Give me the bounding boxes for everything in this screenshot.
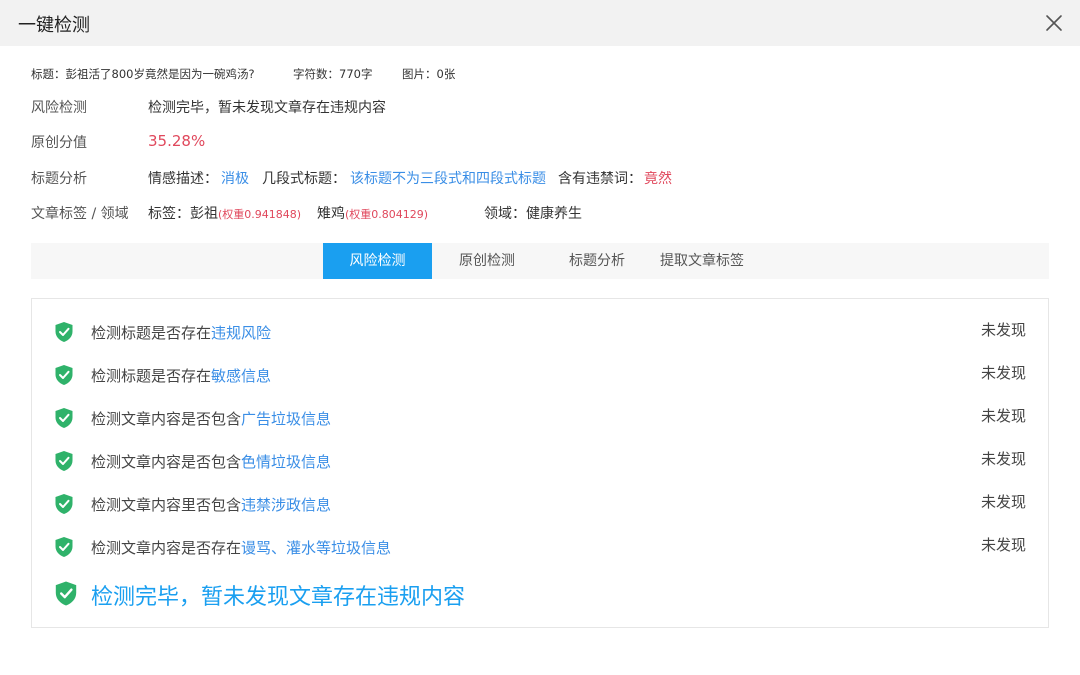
shield-check-icon [54,580,78,607]
close-button[interactable] [1041,10,1067,36]
check-row: 检测文章内容里否包含违禁涉政信息 未发现 [32,491,1048,521]
check-highlight: 谩骂、灌水等垃圾信息 [241,539,392,557]
title-analysis-label: 标题分析 [31,171,87,187]
tab-risk-check[interactable]: 风险检测 [323,243,432,279]
tag1-name: 标签：彭祖 [148,206,218,222]
check-status: 未发现 [981,536,1027,554]
check-highlight: 色情垃圾信息 [241,453,332,471]
check-text: 检测标题是否存在敏感信息 [91,365,271,386]
sentiment-label: 情感描述： [148,171,218,187]
close-icon [1046,15,1062,31]
check-prefix: 检测文章内容是否包含 [91,410,242,428]
char-count-meta: 字符数：770字 [293,67,373,81]
originality-label: 原创分值 [31,135,87,151]
tab-bar: 风险检测 原创检测 标题分析 提取文章标签 [31,243,1049,279]
dialog-header: 一键检测 [0,0,1080,46]
check-prefix: 检测文章内容是否包含 [91,453,242,471]
check-prefix: 检测标题是否存在 [91,367,212,385]
check-text: 检测标题是否存在违规风险 [91,322,271,343]
check-row: 检测文章内容是否存在谩骂、灌水等垃圾信息 未发现 [32,534,1048,564]
check-prefix: 检测文章内容是否存在 [91,539,242,557]
tag2-name: 雉鸡 [317,206,345,222]
shield-check-icon [54,450,74,472]
check-status: 未发现 [981,321,1027,339]
article-title-meta: 标题：彭祖活了800岁竟然是因为一碗鸡汤? [31,67,255,81]
check-prefix: 检测标题是否存在 [91,324,212,342]
shield-check-icon [54,407,74,429]
domain-label: 领域：健康养生 [484,206,582,222]
check-status: 未发现 [981,450,1027,468]
title-analysis-row: 标题分析 情感描述： 消极 几段式标题： 该标题不为三段式和四段式标题 含有违禁… [31,168,1031,190]
check-highlight: 广告垃圾信息 [241,410,332,428]
shield-check-icon [54,493,74,515]
tags-row: 文章标签 / 领域 标签：彭祖 (权重0.941848) 雉鸡 (权重0.804… [31,203,1031,225]
tags-label: 文章标签 / 领域 [31,206,129,222]
check-highlight: 违规风险 [211,324,272,342]
originality-value: 35.28% [148,132,206,150]
originality-row: 原创分值 35.28% [31,132,1031,154]
check-row: 检测文章内容是否包含色情垃圾信息 未发现 [32,448,1048,478]
tag2-weight: (权重0.804129) [345,208,429,221]
tab-extract-tags[interactable]: 提取文章标签 [652,243,752,279]
check-row: 检测标题是否存在违规风险 未发现 [32,319,1048,349]
check-row: 检测文章内容是否包含广告垃圾信息 未发现 [32,405,1048,435]
segment-label: 几段式标题： [262,171,346,187]
sentiment-value[interactable]: 消极 [221,168,249,188]
shield-check-icon [54,364,74,386]
image-count-meta: 图片：0张 [402,67,456,81]
banned-label: 含有违禁词： [558,171,642,187]
shield-check-icon [54,536,74,558]
check-highlight: 违禁涉政信息 [241,496,332,514]
check-status: 未发现 [981,407,1027,425]
check-text: 检测文章内容里否包含违禁涉政信息 [91,494,331,515]
check-status: 未发现 [981,493,1027,511]
risk-check-panel: 检测标题是否存在违规风险 未发现 检测标题是否存在敏感信息 未发现 检测文章内容… [31,298,1049,628]
tab-title-analysis[interactable]: 标题分析 [542,243,652,279]
summary-row: 检测完毕，暂未发现文章存在违规内容 [32,577,1048,611]
risk-value: 检测完毕，暂未发现文章存在违规内容 [148,100,386,116]
summary-text: 检测完毕，暂未发现文章存在违规内容 [91,585,466,610]
check-text: 检测文章内容是否包含色情垃圾信息 [91,451,331,472]
check-highlight: 敏感信息 [211,367,272,385]
risk-row: 风险检测 检测完毕，暂未发现文章存在违规内容 [31,97,1031,119]
risk-label: 风险检测 [31,100,87,116]
tag1-weight: (权重0.941848) [218,208,302,221]
check-text: 检测文章内容是否包含广告垃圾信息 [91,408,331,429]
check-row: 检测标题是否存在敏感信息 未发现 [32,362,1048,392]
banned-value: 竟然 [644,171,672,187]
check-prefix: 检测文章内容里否包含 [91,496,242,514]
tab-originality-check[interactable]: 原创检测 [432,243,542,279]
segment-value[interactable]: 该标题不为三段式和四段式标题 [350,168,546,188]
shield-check-icon [54,321,74,343]
check-text: 检测文章内容是否存在谩骂、灌水等垃圾信息 [91,537,391,558]
check-status: 未发现 [981,364,1027,382]
dialog-title: 一键检测 [18,15,90,36]
